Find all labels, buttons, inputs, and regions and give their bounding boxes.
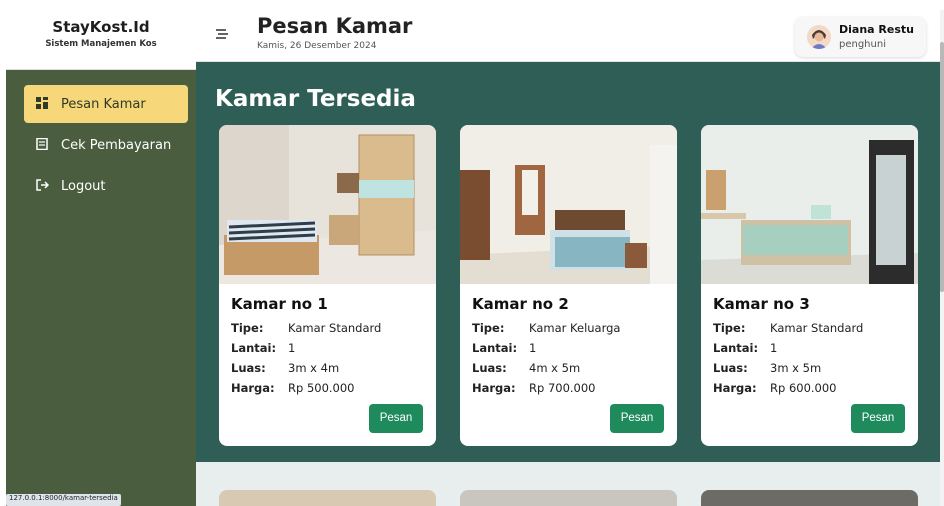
sidebar-item-logout[interactable]: Logout bbox=[24, 167, 188, 205]
user-name: Diana Restu bbox=[839, 23, 914, 36]
brand-subtitle: Sistem Manajemen Kos bbox=[45, 39, 157, 49]
sidebar: StayKost.Id Sistem Manajemen Kos Pesan K… bbox=[6, 10, 196, 506]
label-harga: Harga: bbox=[472, 381, 516, 395]
room-lantai: Lantai: 1 bbox=[231, 341, 295, 355]
sidebar-item-label: Cek Pembayaran bbox=[61, 137, 172, 153]
menu-icon[interactable] bbox=[216, 26, 228, 44]
dashboard-icon bbox=[35, 96, 49, 112]
room-card: Kamar no 3 Tipe: Kamar Standard Lantai: 1 … bbox=[701, 125, 918, 446]
brand: StayKost.Id Sistem Manajemen Kos bbox=[6, 10, 196, 70]
room-card-partial bbox=[701, 490, 918, 506]
room-image bbox=[460, 125, 677, 284]
label-harga: Harga: bbox=[231, 381, 275, 395]
value-lantai: 1 bbox=[529, 341, 537, 355]
label-tipe: Tipe: bbox=[713, 321, 746, 335]
logout-icon bbox=[35, 178, 49, 194]
value-harga: Rp 500.000 bbox=[288, 381, 355, 395]
room-harga: Harga: Rp 500.000 bbox=[231, 381, 355, 395]
value-harga: Rp 700.000 bbox=[529, 381, 596, 395]
room-name: Kamar no 1 bbox=[231, 295, 328, 313]
pesan-button[interactable]: Pesan bbox=[610, 404, 664, 433]
value-luas: 4m x 5m bbox=[529, 361, 581, 375]
room-luas: Luas: 3m x 4m bbox=[231, 361, 339, 375]
page-date: Kamis, 26 Desember 2024 bbox=[257, 41, 377, 51]
sidebar-item-label: Pesan Kamar bbox=[61, 96, 146, 112]
label-harga: Harga: bbox=[713, 381, 757, 395]
sidebar-item-cek-pembayaran[interactable]: Cek Pembayaran bbox=[24, 126, 188, 164]
room-image bbox=[219, 125, 436, 284]
room-harga: Harga: Rp 600.000 bbox=[713, 381, 837, 395]
topbar: Pesan Kamar Kamis, 26 Desember 2024 Dian… bbox=[196, 10, 940, 62]
sidebar-item-pesan-kamar[interactable]: Pesan Kamar bbox=[24, 85, 188, 123]
label-tipe: Tipe: bbox=[231, 321, 264, 335]
room-lantai: Lantai: 1 bbox=[472, 341, 536, 355]
label-luas: Luas: bbox=[231, 361, 266, 375]
label-luas: Luas: bbox=[713, 361, 748, 375]
sidebar-nav: Pesan Kamar Cek Pembayaran Logout bbox=[24, 85, 188, 208]
room-harga: Harga: Rp 700.000 bbox=[472, 381, 596, 395]
value-harga: Rp 600.000 bbox=[770, 381, 837, 395]
room-card-partial bbox=[460, 490, 677, 506]
receipt-icon bbox=[35, 137, 49, 153]
label-lantai: Lantai: bbox=[713, 341, 759, 355]
value-lantai: 1 bbox=[288, 341, 296, 355]
room-name: Kamar no 3 bbox=[713, 295, 810, 313]
value-tipe: Kamar Standard bbox=[288, 321, 382, 335]
label-tipe: Tipe: bbox=[472, 321, 505, 335]
room-tipe: Tipe: Kamar Standard bbox=[713, 321, 863, 335]
status-bar-url: 127.0.0.1:8000/kamar-tersedia bbox=[6, 494, 121, 506]
room-name: Kamar no 2 bbox=[472, 295, 569, 313]
value-luas: 3m x 5m bbox=[770, 361, 822, 375]
user-role: penghuni bbox=[839, 39, 886, 50]
brand-title: StayKost.Id bbox=[52, 18, 150, 36]
value-luas: 3m x 4m bbox=[288, 361, 340, 375]
room-card: Kamar no 1 Tipe: Kamar Standard Lantai: 1 … bbox=[219, 125, 436, 446]
main-content: Kamar Tersedia Kamar no 1 Tipe: Kamar Sta… bbox=[196, 62, 940, 462]
label-lantai: Lantai: bbox=[472, 341, 518, 355]
value-lantai: 1 bbox=[770, 341, 778, 355]
value-tipe: Kamar Keluarga bbox=[529, 321, 621, 335]
sidebar-item-label: Logout bbox=[61, 178, 106, 194]
user-menu[interactable]: Diana Restu penghuni bbox=[795, 17, 926, 57]
pesan-button[interactable]: Pesan bbox=[369, 404, 423, 433]
page-title: Pesan Kamar bbox=[257, 14, 413, 38]
section-title: Kamar Tersedia bbox=[215, 86, 416, 112]
room-luas: Luas: 3m x 5m bbox=[713, 361, 821, 375]
room-luas: Luas: 4m x 5m bbox=[472, 361, 580, 375]
avatar bbox=[807, 25, 831, 49]
room-lantai: Lantai: 1 bbox=[713, 341, 777, 355]
pesan-button[interactable]: Pesan bbox=[851, 404, 905, 433]
scrollbar-thumb[interactable] bbox=[940, 42, 944, 292]
room-card-partial bbox=[219, 490, 436, 506]
label-lantai: Lantai: bbox=[231, 341, 277, 355]
value-tipe: Kamar Standard bbox=[770, 321, 864, 335]
room-tipe: Tipe: Kamar Standard bbox=[231, 321, 381, 335]
label-luas: Luas: bbox=[472, 361, 507, 375]
room-image bbox=[701, 125, 918, 284]
room-tipe: Tipe: Kamar Keluarga bbox=[472, 321, 620, 335]
room-card: Kamar no 2 Tipe: Kamar Keluarga Lantai: 1 … bbox=[460, 125, 677, 446]
